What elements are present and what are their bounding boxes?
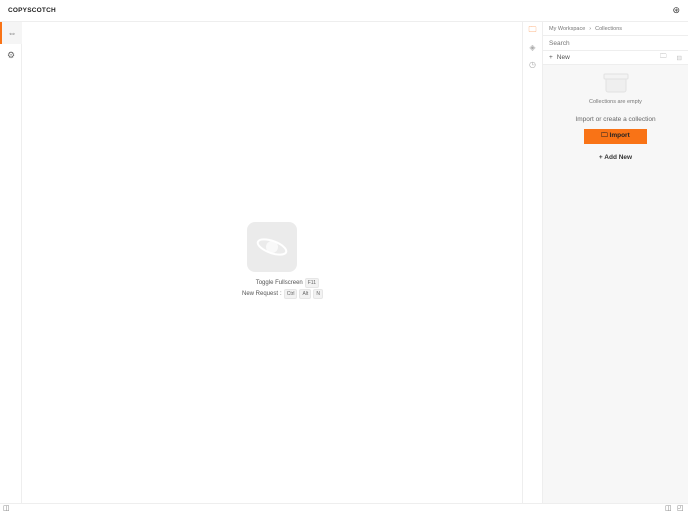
history-tab[interactable]: ◷	[523, 56, 542, 73]
shortcut-label: New Request	[242, 291, 279, 297]
shortcut-key: F11	[304, 278, 319, 288]
nav-settings[interactable]: ⚙	[0, 44, 22, 66]
collections-tab[interactable]: 🗀	[523, 22, 542, 39]
footer: ◫ ◫ ◰	[0, 503, 688, 512]
sidebar-toggle-icon[interactable]: ◫	[3, 504, 10, 512]
empty-state: Collections are empty Import or create a…	[543, 73, 688, 164]
search-input[interactable]	[543, 36, 688, 51]
clock-icon: ◷	[529, 60, 536, 69]
shortcut-new-request: New Request: Ctrl Alt N	[242, 289, 522, 299]
import-label: Import	[609, 132, 630, 139]
import-button[interactable]: 🗀 Import	[584, 129, 647, 144]
shortcut-key: Alt	[299, 289, 312, 299]
import-folder-icon[interactable]: 🗀	[660, 52, 667, 63]
main-area: Toggle Fullscreen F11 New Request: Ctrl …	[22, 22, 522, 503]
layers-icon: ◈	[529, 43, 536, 52]
shortcut-label: Toggle Fullscreen	[255, 280, 303, 286]
new-row: + New 🗀 ⊟	[543, 51, 688, 65]
nav-rest[interactable]: ⇔	[0, 22, 22, 44]
panel-toggle-icon[interactable]: ◰	[677, 504, 684, 512]
add-new-button[interactable]: + Add New	[585, 150, 646, 164]
app-logo[interactable]: COPYSCOTCH	[8, 7, 56, 14]
new-collection-button[interactable]: New	[557, 54, 570, 61]
app-header: COPYSCOTCH ⊛	[0, 0, 688, 22]
plus-icon: +	[549, 54, 553, 61]
empty-box-icon	[603, 73, 628, 93]
layout-icon[interactable]: ◫	[665, 504, 672, 512]
empty-hint: Import or create a collection	[575, 116, 656, 123]
right-nav: 🗀 ◈ ◷	[522, 22, 543, 503]
breadcrumb-collections: Collections	[595, 25, 623, 32]
chevron-right-icon: ›	[589, 25, 592, 32]
user-icon[interactable]: ⊛	[672, 5, 680, 16]
empty-text: Collections are empty	[589, 99, 642, 105]
folder-icon: 🗀	[528, 24, 537, 34]
add-new-label: Add New	[604, 153, 633, 161]
shortcut-key: N	[313, 289, 323, 299]
left-nav: ⇔ ⚙	[0, 22, 22, 503]
import-icon: 🗀	[601, 132, 610, 139]
environments-tab[interactable]: ◈	[523, 39, 542, 56]
breadcrumb-workspace[interactable]: My Workspace	[549, 26, 585, 32]
collections-panel: My Workspace › Collections + New 🗀 ⊟ Col…	[543, 22, 688, 503]
shortcut-key: Ctrl	[283, 289, 298, 299]
breadcrumb: My Workspace › Collections	[543, 22, 688, 36]
settings-icon: ⚙	[6, 49, 16, 60]
rest-icon: ⇔	[7, 28, 17, 38]
collapse-icon[interactable]: ⊟	[677, 54, 682, 62]
shortcut-fullscreen: Toggle Fullscreen F11	[256, 278, 319, 288]
app-logo-icon	[247, 222, 297, 272]
